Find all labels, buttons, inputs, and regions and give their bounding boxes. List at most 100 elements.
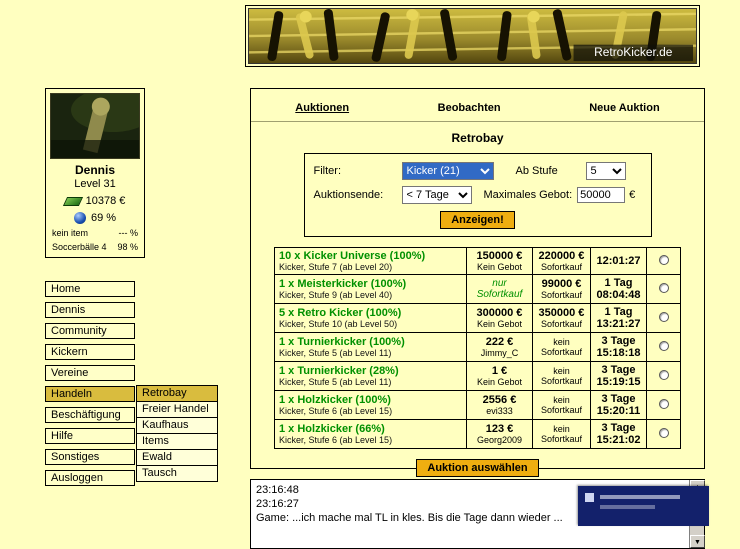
auction-radio[interactable] [658,399,669,409]
filter-category-select[interactable]: Kicker (21) [401,162,494,180]
time-cell: 1 Tag 13:21:27 [590,303,647,333]
radio-cell [646,247,681,275]
auction-name: 5 x Retro Kicker (100%) [279,307,402,319]
submenu-item-ewald[interactable]: Ewald [136,449,218,466]
submenu-item-items[interactable]: Items [136,433,218,450]
bid-amount: 300000 € [476,307,523,319]
time-clock: 15:19:15 [596,376,641,388]
auktionsende-select[interactable]: < 7 Tage [401,186,472,204]
buyout-label: Sofortkauf [540,347,583,357]
buyout-amount: 220000 € [538,250,585,262]
tab-neue-auktion[interactable]: Neue Auktion [589,102,660,114]
bid-cell: 123 € Georg2009 [466,419,533,449]
auction-row: 5 x Retro Kicker (100%) Kicker, Stufe 10 … [274,303,681,333]
bid-cell: 222 € Jimmy_C [466,332,533,362]
time-cell: 12:01:27 [590,247,647,275]
filter-submit-row: Anzeigen! [314,210,642,229]
auction-radio[interactable] [658,370,669,380]
auction-radio[interactable] [658,341,669,351]
buyout-cell: 220000 € Sofortkauf [532,247,591,275]
tab-beobachten[interactable]: Beobachten [438,102,501,114]
auction-radio[interactable] [658,255,669,265]
item-cell: 1 x Meisterkicker (100%) Kicker, Stufe 9 … [274,274,467,304]
submenu-item-kaufhaus[interactable]: Kaufhaus [136,417,218,434]
radio-cell [646,303,681,333]
filter-label: Filter: [313,165,342,177]
time-remaining: 3 Tage [601,335,636,347]
buyout-label: Sofortkauf [540,405,583,415]
submenu-item-tausch[interactable]: Tausch [136,465,218,482]
menu-item-home[interactable]: Home [45,281,135,297]
auction-radio[interactable] [658,428,669,438]
radio-cell [646,274,681,304]
mood-value: 69 % [90,212,117,224]
time-clock: 08:04:48 [596,289,641,301]
auction-row: 1 x Meisterkicker (100%) Kicker, Stufe 9 … [274,274,681,304]
sidebar-menu: Home Dennis Community Kickern Vereine Handeln… [45,281,135,491]
money-value: 10378 € [85,195,126,207]
auction-table: 10 x Kicker Universe (100%) Kicker, Stufe… [274,247,681,449]
auction-radio[interactable] [658,312,669,322]
menu-item-vereine[interactable]: Vereine [45,365,135,381]
submenu-item-retrobay[interactable]: Retrobay [136,385,218,402]
auction-radio[interactable] [658,283,669,293]
time-clock: 15:21:02 [596,434,641,446]
tab-auktionen[interactable]: Auktionen [295,102,349,114]
bid-amount: 2556 € [482,394,517,406]
handeln-submenu: Retrobay Freier Handel Kaufhaus Items Ewald T… [136,385,218,482]
time-clock: 15:20:11 [596,405,641,417]
buyout-amount: kein [553,395,570,405]
filter-row-1: Filter: Kicker (21) Ab Stufe 5 [314,162,642,180]
auktion-auswaehlen-button[interactable]: Auktion auswählen [416,459,539,477]
menu-item-community[interactable]: Community [45,323,135,339]
buyout-amount: kein [553,424,570,434]
auktionsende-label: Auktionsende: [313,189,384,201]
time-clock: 13:21:27 [596,318,641,330]
menu-item-hilfe[interactable]: Hilfe [45,428,135,444]
menu-item-sonstiges[interactable]: Sonstiges [45,449,135,465]
time-remaining: 3 Tage [601,393,636,405]
money-icon [62,196,83,206]
popup-icon [585,493,594,502]
bid-cell: 1 € Kein Gebot [466,361,533,391]
player-level: Level 31 [74,178,116,190]
stufe-label: Ab Stufe [515,165,558,177]
menu-item-handeln[interactable]: Handeln [45,386,135,402]
time-cell: 3 Tage 15:18:18 [590,332,647,362]
submenu-item-freier-handel[interactable]: Freier Handel [136,401,218,418]
banner-brand: RetroKicker.de [594,46,673,59]
stufe-select[interactable]: 5 [585,162,626,180]
avatar-image [51,94,139,158]
balls-label: Soccerbälle 4 [52,242,107,252]
scroll-down-icon[interactable]: ▼ [690,535,705,548]
popup-text-line-2 [600,505,655,509]
buyout-label: Sofortkauf [540,262,583,272]
item-cell: 1 x Holzkicker (100%) Kicker, Stufe 6 (ab… [274,390,467,420]
auction-name: 1 x Turnierkicker (100%) [279,336,405,348]
balls-value: 98 % [117,242,138,252]
bid-bidder: Kein Gebot [476,262,523,272]
main-content: Auktionen Beobachten Neue Auktion Retrobay… [250,88,705,477]
auction-name: 1 x Holzkicker (100%) [279,394,391,406]
menu-item-dennis[interactable]: Dennis [45,302,135,318]
buyout-cell: kein Sofortkauf [532,361,591,391]
menu-item-kickern[interactable]: Kickern [45,344,135,360]
max-gebot-label: Maximales Gebot: [483,189,573,201]
currency-label: € [629,189,636,201]
bid-cell: nur Sofortkauf [466,274,533,304]
buyout-label: Sofortkauf [540,376,583,386]
tab-divider [251,121,704,122]
auction-desc: Kicker, Stufe 9 (ab Level 40) [279,290,393,300]
bid-amount: 150000 € [476,250,523,262]
auction-desc: Kicker, Stufe 6 (ab Level 15) [279,435,393,445]
auction-desc: Kicker, Stufe 7 (ab Level 20) [279,262,393,272]
auction-name: 1 x Meisterkicker (100%) [279,278,407,290]
anzeigen-button[interactable]: Anzeigen! [440,211,515,229]
max-gebot-input[interactable] [577,187,626,203]
menu-item-ausloggen[interactable]: Ausloggen [45,470,135,486]
auction-row: 10 x Kicker Universe (100%) Kicker, Stufe… [274,247,681,275]
bid-bidder: Kein Gebot [476,377,523,387]
menu-item-besch-ftigung[interactable]: Beschäftigung [45,407,135,423]
bid-cell: 2556 € evi333 [466,390,533,420]
select-auction-row: Auktion auswählen [251,458,704,477]
